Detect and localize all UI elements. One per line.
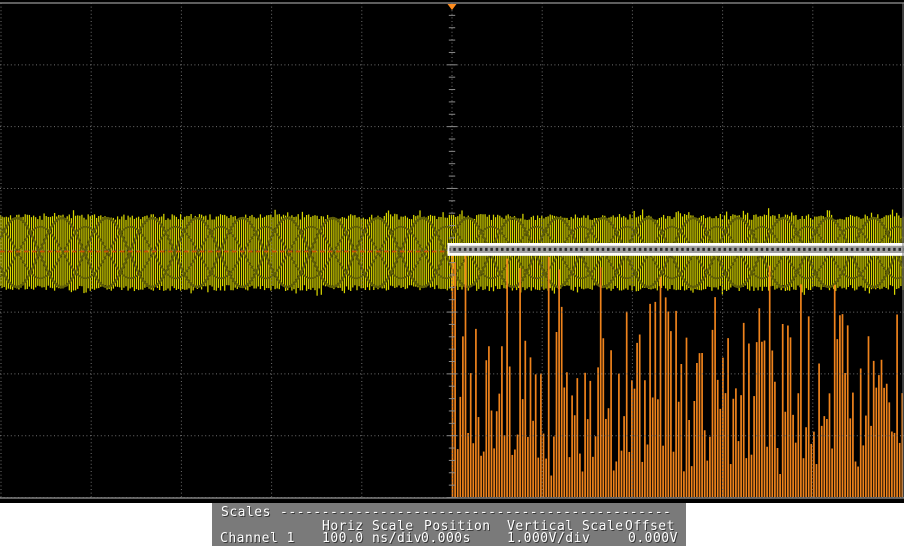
oscilloscope-screen: Scales ---------------------------------… bbox=[0, 0, 904, 546]
channel1-position: 0.000s bbox=[421, 532, 471, 545]
scales-title-row: Scales ---------------------------------… bbox=[212, 506, 686, 519]
channel1-offset: 0.000V bbox=[628, 532, 678, 545]
trigger-marker-icon[interactable] bbox=[448, 4, 457, 10]
bottom-strip: Scales ---------------------------------… bbox=[0, 503, 904, 546]
channel1-label: Channel 1 bbox=[220, 532, 295, 545]
scales-title: Scales bbox=[221, 506, 271, 519]
channel1-vertical-scale: 1.000V/div bbox=[507, 532, 590, 545]
channel1-horiz-scale: 100.0 ns/div bbox=[322, 532, 422, 545]
waveform-display bbox=[0, 0, 904, 503]
scope-graticule-and-traces bbox=[0, 0, 904, 503]
channel1-row: Channel 1 100.0 ns/div 0.000s 1.000V/div… bbox=[212, 532, 686, 545]
scales-title-dashes: ----------------------------------------… bbox=[280, 506, 671, 519]
bus-indicator bbox=[448, 243, 904, 256]
scales-panel: Scales ---------------------------------… bbox=[212, 503, 686, 546]
